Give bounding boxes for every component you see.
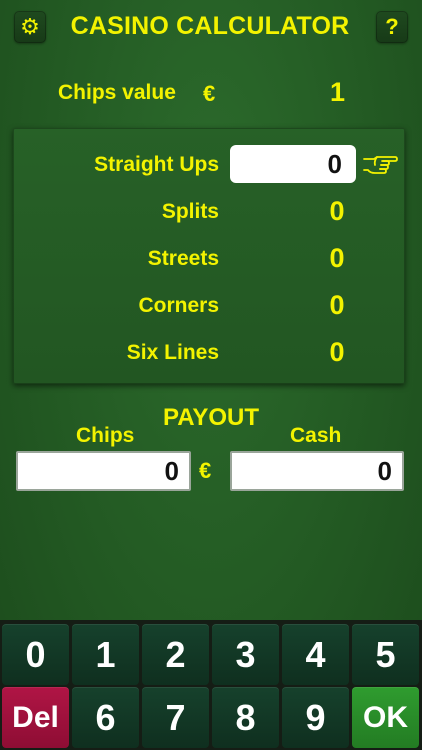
keypad: 0 1 2 3 4 5 Del 6 7 8 9 OK — [0, 620, 422, 750]
payout-chips-label: Chips — [76, 424, 135, 447]
streets-value[interactable]: 0 — [322, 243, 352, 274]
key-6[interactable]: 6 — [72, 687, 139, 748]
gear-icon: ⚙ — [20, 14, 40, 39]
payout-title: PAYOUT — [162, 404, 260, 431]
chips-value-label: Chips value — [58, 81, 176, 104]
payout-cash-label: Cash — [290, 424, 342, 447]
bet-label-corners: Corners — [138, 294, 219, 317]
bet-label-splits: Splits — [161, 200, 219, 223]
bet-label-straight-ups: Straight Ups — [94, 153, 219, 176]
bet-label-streets: Streets — [147, 247, 219, 270]
key-3[interactable]: 3 — [212, 624, 279, 685]
payout-chips-field[interactable]: 0 — [16, 451, 191, 491]
payout-chips-value: 0 — [164, 455, 179, 486]
payout-cash-field[interactable]: 0 — [230, 451, 404, 491]
six-lines-value[interactable]: 0 — [322, 337, 352, 368]
corners-value[interactable]: 0 — [322, 290, 352, 321]
bet-label-six-lines: Six Lines — [126, 341, 219, 364]
help-button[interactable]: ? — [376, 11, 408, 43]
straight-ups-value: 0 — [327, 148, 342, 179]
straight-ups-input[interactable]: 0 — [230, 145, 356, 183]
payout-currency: € — [199, 458, 212, 483]
settings-button[interactable]: ⚙ — [14, 11, 46, 43]
page-title: CASINO CALCULATOR — [70, 12, 350, 40]
help-label: ? — [385, 14, 399, 39]
payout-cash-value: 0 — [377, 455, 392, 486]
chips-value-input[interactable]: 1 — [325, 77, 350, 108]
key-2[interactable]: 2 — [142, 624, 209, 685]
key-8[interactable]: 8 — [212, 687, 279, 748]
key-1[interactable]: 1 — [72, 624, 139, 685]
splits-value[interactable]: 0 — [322, 196, 352, 227]
pointing-hand-icon — [361, 151, 399, 177]
key-5[interactable]: 5 — [352, 624, 419, 685]
delete-button[interactable]: Del — [2, 687, 69, 748]
ok-button[interactable]: OK — [352, 687, 419, 748]
key-4[interactable]: 4 — [282, 624, 349, 685]
key-0[interactable]: 0 — [2, 624, 69, 685]
chips-value-currency: € — [203, 81, 216, 106]
key-7[interactable]: 7 — [142, 687, 209, 748]
key-9[interactable]: 9 — [282, 687, 349, 748]
